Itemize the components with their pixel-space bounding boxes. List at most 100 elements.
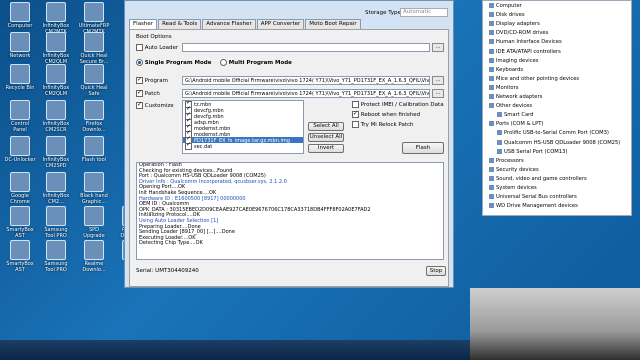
storage-type-select[interactable]: Automatic [400, 8, 448, 17]
device-icon [489, 3, 494, 8]
device-tree-item[interactable]: Prolific USB-to-Serial Comm Port (COM3) [497, 130, 609, 136]
try-mi-relock-option[interactable]: Try Mi Relock Patch [352, 121, 414, 128]
program-option[interactable]: Program [136, 76, 168, 84]
protect-imei-option[interactable]: Protect IMEI / Calibration Data [352, 101, 444, 108]
desktop-icon[interactable]: SPD Upgrade Tools [78, 206, 110, 239]
device-tree-item[interactable]: Smart Card [497, 112, 533, 118]
single-program-mode-option[interactable]: Single Program Mode [136, 59, 211, 66]
app-icon [46, 172, 66, 192]
device-tree-item[interactable]: Network adapters [489, 94, 542, 100]
desktop-icon[interactable]: InfinityBox CM2SCR [40, 100, 72, 133]
unselect-all-button[interactable]: Unselect All [308, 133, 344, 142]
customize-checkbox[interactable] [136, 101, 143, 109]
flash-button[interactable]: Flash [402, 142, 444, 154]
desktop-icon-label: Realme Downlo... [82, 261, 106, 273]
desktop-icon[interactable]: Network [4, 32, 36, 65]
partition-checkbox[interactable] [185, 142, 192, 150]
multi-mode-radio[interactable] [220, 59, 227, 66]
desktop-icon[interactable]: InfinityBox CM2MTK [40, 2, 72, 35]
desktop-icon[interactable]: UltimateFRP CM2MTK [78, 2, 110, 35]
app-icon [10, 136, 30, 156]
desktop-icon[interactable]: InfinityBox CM2QLM [40, 32, 72, 65]
app-icon [46, 240, 66, 260]
desktop-icon[interactable]: SmartyBox AST [4, 206, 36, 239]
device-tree-label: Disk drives [496, 12, 525, 19]
desktop-icon[interactable]: InfinityBox CM2SPD [40, 136, 72, 169]
device-tree-item[interactable]: Universal Serial Bus controllers [489, 194, 577, 200]
device-tree-item[interactable]: Processors [489, 157, 524, 164]
single-mode-label: Single Program Mode [144, 60, 212, 66]
tab-app-converter[interactable]: APP Converter [256, 19, 305, 29]
app-icon [46, 2, 66, 22]
device-tree-item[interactable]: IDE ATA/ATAPI controllers [489, 48, 561, 55]
desktop-icon[interactable]: Realme Downlo... [78, 240, 110, 273]
single-mode-radio[interactable] [136, 59, 143, 66]
device-tree-label: USB Serial Port (COM13) [504, 148, 568, 155]
desktop-icon[interactable]: Control Panel [4, 100, 36, 133]
desktop-icon[interactable]: Samsung Tool PRO [40, 240, 72, 273]
try-mi-relock-checkbox[interactable] [352, 121, 359, 128]
desktop-icon[interactable]: InfinityBox CM2... [40, 172, 72, 205]
app-icon [10, 172, 30, 192]
device-tree-item[interactable]: USB Serial Port (COM13) [497, 148, 568, 155]
reboot-finished-option[interactable]: Reboot when finished [352, 110, 420, 118]
device-tree-item[interactable]: DVD/CD-ROM drives [489, 30, 548, 36]
desktop-icon[interactable]: Quick Heal Safe Banking [78, 64, 110, 97]
device-tree-item[interactable]: Security devices [489, 166, 539, 173]
patch-option[interactable]: Patch [136, 89, 160, 97]
patch-browse-button[interactable]: ... [432, 89, 444, 98]
device-tree-item[interactable]: Display adapters [489, 21, 540, 27]
auto-loader-checkbox[interactable] [136, 44, 143, 51]
desktop-icon[interactable]: Quick Heal Secure Br... [78, 32, 110, 65]
device-tree-item[interactable]: Human Interface Devices [489, 39, 562, 45]
patch-path-field[interactable]: G:\Android mobile Official Firmware\vivo… [182, 89, 430, 98]
auto-loader-path[interactable] [182, 43, 430, 52]
tab-advance-flasher[interactable]: Advance Flasher [202, 19, 256, 29]
tab-moto-boot-repair[interactable]: Moto Boot Repair [305, 19, 361, 29]
desktop-icon[interactable]: SmartyBox AST [4, 240, 36, 273]
device-tree-item[interactable]: Imaging devices [489, 57, 538, 64]
program-checkbox[interactable] [136, 76, 143, 84]
device-tree-item[interactable]: Mice and other pointing devices [489, 75, 579, 82]
device-tree-label: Security devices [496, 166, 539, 173]
device-tree-item[interactable]: Disk drives [489, 12, 525, 18]
partition-list[interactable]: tz.mbndevcfg.mbndevcfg.mbnadsp.mbnmodems… [182, 100, 304, 154]
desktop-icon[interactable]: Samsung Tool PRO [40, 206, 72, 239]
reboot-finished-checkbox[interactable] [352, 110, 359, 118]
desktop-icon[interactable]: Flash tool [78, 136, 110, 169]
app-icon [10, 100, 30, 120]
device-tree-item[interactable]: Ports (COM & LPT) [489, 121, 543, 127]
device-tree-item[interactable]: Monitors [489, 84, 518, 91]
device-tree-item[interactable]: Keyboards [489, 66, 523, 73]
desktop-icon[interactable]: Firefox Downlo... [78, 100, 110, 133]
desktop-icon[interactable]: Recycle Bin [4, 64, 36, 97]
protect-imei-checkbox[interactable] [352, 101, 359, 108]
desktop-icon[interactable]: InfinityBox CM2QLM [40, 64, 72, 97]
program-browse-button[interactable]: ... [432, 76, 444, 85]
device-tree-item[interactable]: Qualcomm HS-USB QDLoader 9008 (COM25) [497, 139, 620, 146]
program-path-field[interactable]: G:\Android mobile Official Firmware\vivo… [182, 76, 430, 85]
desktop-icon-label: Recycle Bin [5, 85, 35, 91]
device-tree-item[interactable]: WD Drive Management devices [489, 203, 578, 209]
device-tree-item[interactable]: Computer [489, 3, 522, 9]
desktop-icon[interactable]: Black hand Graphic... [78, 172, 110, 205]
select-all-button[interactable]: Select All [308, 122, 344, 131]
multi-program-mode-option[interactable]: Multi Program Mode [220, 59, 292, 66]
desktop-icon[interactable]: Google Chrome [4, 172, 36, 205]
desktop-icon[interactable]: DC-Unlocker [4, 136, 36, 169]
auto-loader-option[interactable]: Auto Loader [136, 44, 178, 51]
auto-loader-browse-button[interactable]: ... [432, 43, 444, 52]
device-tree-item[interactable]: Other devices [489, 103, 532, 109]
device-tree-item[interactable]: Sound, video and game controllers [489, 175, 587, 182]
desktop-icon[interactable]: Computer [4, 2, 36, 35]
device-manager-tree: Computer Disk drives Display adapters DVD/C… [482, 0, 632, 216]
stop-button[interactable]: Stop [426, 266, 446, 276]
desktop-icon-label: SPD Upgrade Tools [83, 227, 105, 239]
tab-flasher[interactable]: Flasher [129, 19, 158, 29]
patch-checkbox[interactable] [136, 89, 143, 97]
customize-option[interactable]: Customize [136, 101, 174, 109]
app-icon [46, 136, 66, 156]
tab-read-tools[interactable]: Read & Tools [158, 19, 202, 29]
device-tree-item[interactable]: System devices [489, 185, 537, 191]
invert-button[interactable]: Invert [308, 144, 344, 153]
